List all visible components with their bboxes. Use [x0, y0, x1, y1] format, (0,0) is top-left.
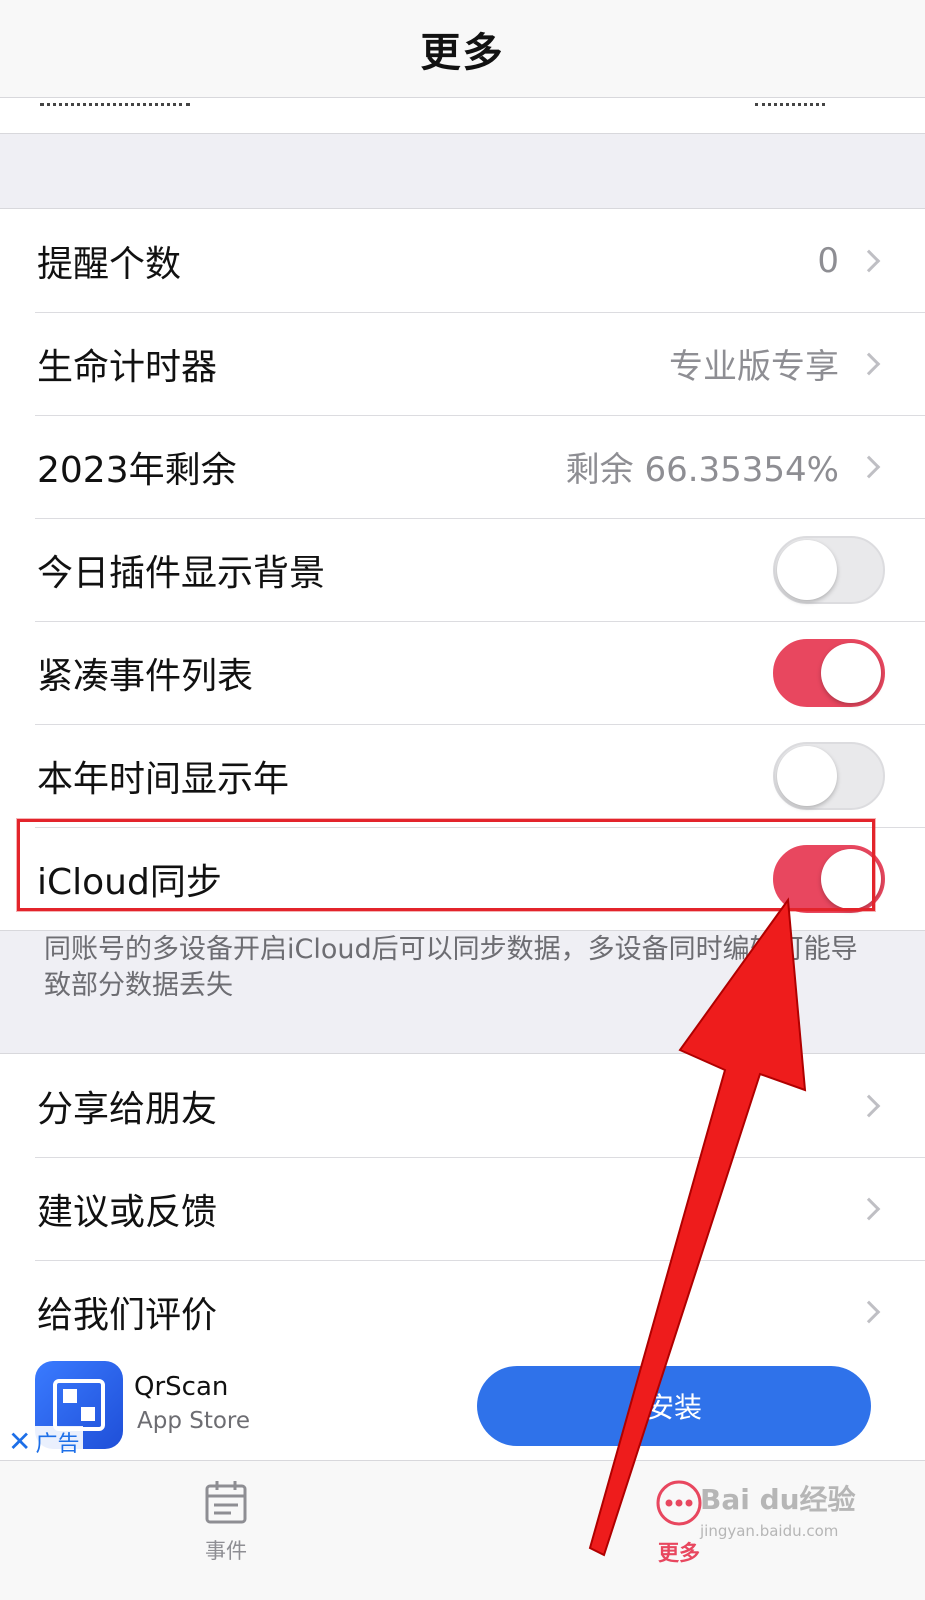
row-label: 本年时间显示年 [37, 758, 290, 800]
widget-background-toggle[interactable] [773, 535, 885, 604]
share-row[interactable]: 分享给朋友 [0, 1054, 925, 1157]
chevron-right-icon [857, 352, 881, 375]
settings-group: 提醒个数 0 生命计时器 专业版专享 2023年剩余 剩余 66.35354% … [0, 208, 925, 931]
links-group: 分享给朋友 建议或反馈 给我们评价 [0, 1053, 925, 1364]
row-value: 0 [817, 240, 839, 281]
ad-close-button[interactable]: ✕ 广告 [4, 1425, 84, 1458]
row-value: 剩余 66.35354% [565, 450, 839, 490]
chevron-right-icon [857, 249, 881, 272]
navigation-bar: 更多 [0, 0, 925, 98]
page-title: 更多 [420, 29, 505, 76]
watermark-brand: Bai du经验 [700, 1483, 856, 1516]
close-icon: ✕ [8, 1425, 32, 1458]
icloud-sync-toggle[interactable] [773, 844, 885, 913]
toggle-knob [777, 539, 837, 600]
feedback-row[interactable]: 建议或反馈 [0, 1157, 925, 1260]
row-label: 2023年剩余 [37, 449, 237, 491]
row-label: 建议或反馈 [37, 1191, 218, 1233]
chevron-right-icon [857, 1094, 881, 1117]
row-label: iCloud同步 [37, 861, 222, 903]
tab-events[interactable]: 事件 [156, 1479, 296, 1565]
tab-label: 事件 [205, 1539, 247, 1563]
row-value: 专业版专享 [669, 347, 839, 387]
calendar-icon [205, 1481, 247, 1524]
rate-row[interactable]: 给我们评价 [0, 1260, 925, 1363]
baidu-watermark: Bai du经验 jingyan.baidu.com [700, 1478, 870, 1540]
watermark-url: jingyan.baidu.com [700, 1522, 839, 1540]
row-label: 分享给朋友 [37, 1088, 218, 1130]
row-label: 紧凑事件列表 [37, 655, 254, 697]
reminder-count-row[interactable]: 提醒个数 0 [0, 209, 925, 312]
toggle-knob [777, 745, 837, 806]
ad-banner[interactable]: QrScan App Store ✕ 广告 安装 [0, 1358, 925, 1460]
year-remaining-row[interactable]: 2023年剩余 剩余 66.35354% [0, 415, 925, 518]
row-label: 给我们评价 [37, 1294, 218, 1336]
ad-label: 广告 [35, 1432, 80, 1457]
row-label: 提醒个数 [37, 243, 182, 285]
row-label: 今日插件显示背景 [37, 552, 326, 594]
widget-background-row: 今日插件显示背景 [0, 518, 925, 621]
compact-list-row: 紧凑事件列表 [0, 621, 925, 724]
install-button[interactable]: 安装 [477, 1366, 871, 1446]
chevron-right-icon [857, 1197, 881, 1220]
chevron-right-icon [857, 455, 881, 478]
ad-app-name: QrScan [134, 1372, 229, 1402]
compact-list-toggle[interactable] [773, 638, 885, 707]
chevron-right-icon [857, 1300, 881, 1323]
life-timer-row[interactable]: 生命计时器 专业版专享 [0, 312, 925, 415]
partially-hidden-row [0, 98, 925, 134]
tab-label: 更多 [658, 1541, 700, 1565]
more-dots-icon [656, 1480, 702, 1526]
show-year-toggle[interactable] [773, 741, 885, 810]
icloud-sync-row: iCloud同步 [0, 827, 925, 930]
ad-store-name: App Store [137, 1408, 251, 1434]
row-label: 生命计时器 [37, 346, 218, 388]
icloud-footnote: 同账号的多设备开启iCloud后可以同步数据，多设备同时编辑可能导致部分数据丢失 [44, 934, 858, 1001]
toggle-knob [821, 848, 881, 909]
show-year-row: 本年时间显示年 [0, 724, 925, 827]
toggle-knob [821, 642, 881, 703]
